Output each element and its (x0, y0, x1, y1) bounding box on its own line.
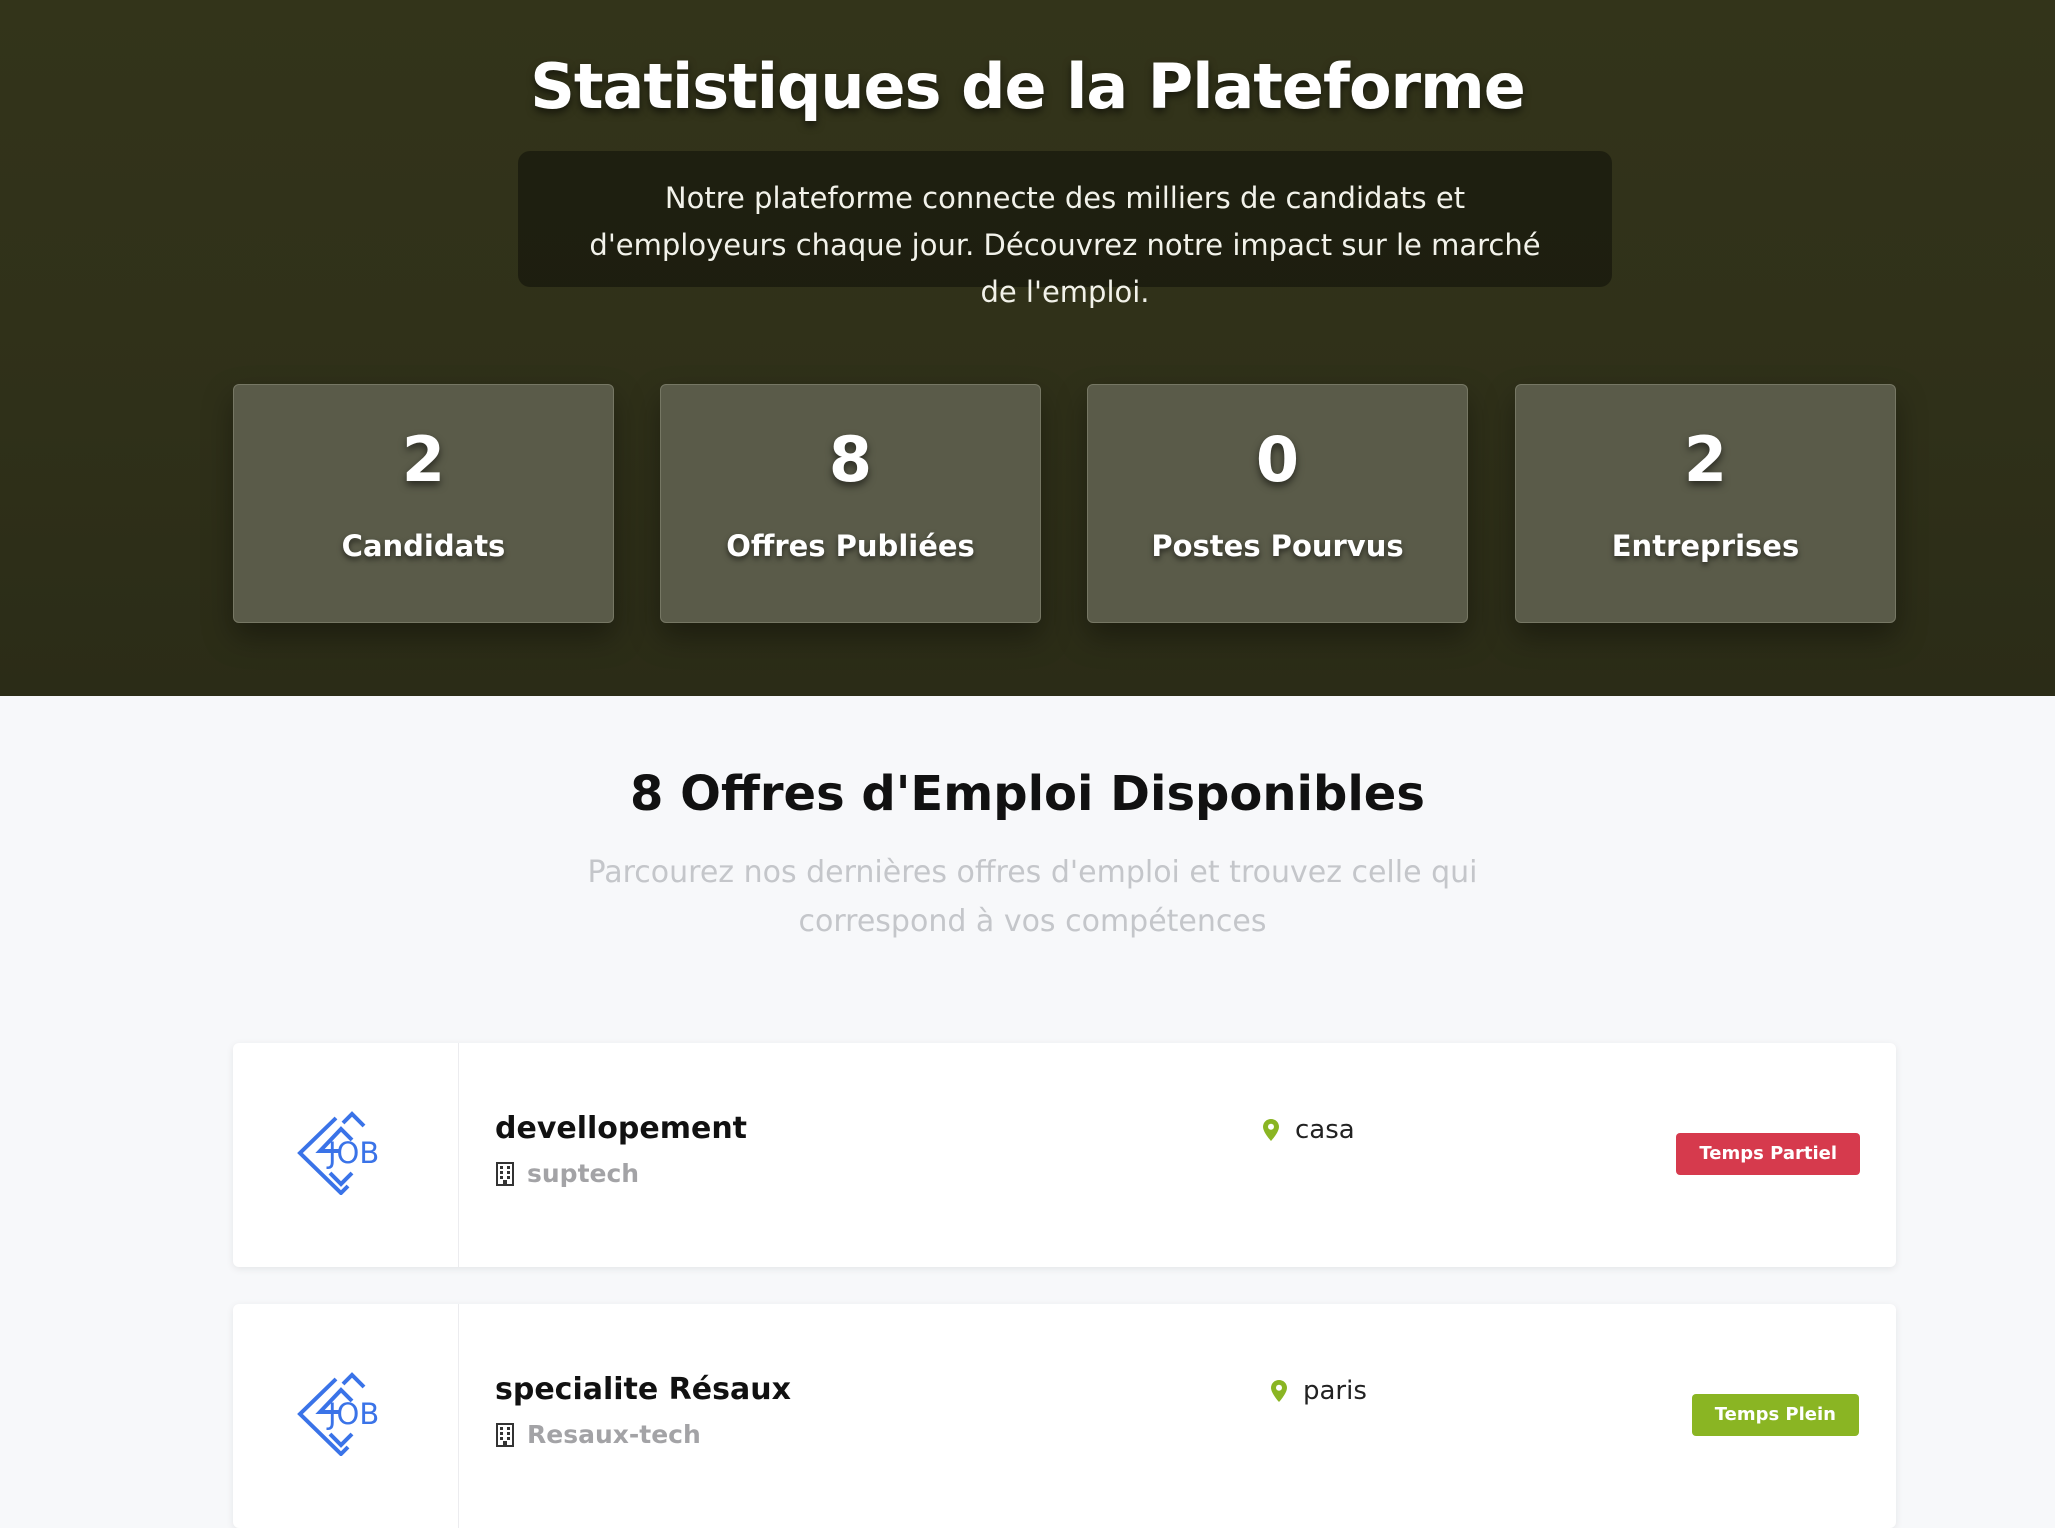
stat-value: 2 (1683, 423, 1728, 496)
job-logo-icon: JOB (297, 1372, 379, 1456)
job-company: suptech (495, 1159, 639, 1188)
building-icon (496, 1422, 514, 1447)
job-type-badge: Temps Partiel (1676, 1133, 1860, 1175)
stat-value: 2 (401, 423, 446, 496)
company-logo: JOB (233, 1304, 459, 1528)
stat-value: 0 (1255, 423, 1300, 496)
company-name: suptech (527, 1159, 640, 1188)
platform-stats-section: Statistiques de la Plateforme Notre plat… (0, 0, 2055, 696)
stats-title: Statistiques de la Plateforme (530, 50, 1526, 123)
job-title[interactable]: devellopement (495, 1111, 747, 1146)
stat-label: Postes Pourvus (1151, 529, 1404, 563)
company-name: Resaux-tech (527, 1420, 701, 1449)
job-card[interactable]: JOB specialite Résaux Resaux-tech paris (233, 1304, 1896, 1528)
stat-label: Entreprises (1611, 529, 1800, 563)
stat-card-postes: 0 Postes Pourvus (1087, 384, 1468, 623)
stat-label: Candidats (341, 529, 506, 563)
job-title[interactable]: specialite Résaux (495, 1372, 791, 1407)
stats-intro: Notre plateforme connecte des milliers d… (518, 151, 1612, 309)
stat-value: 8 (828, 423, 873, 496)
map-pin-icon (1271, 1380, 1287, 1402)
location-text: casa (1295, 1115, 1355, 1145)
company-logo: JOB (233, 1043, 459, 1267)
stat-card-entreprises: 2 Entreprises (1515, 384, 1896, 623)
building-icon (496, 1161, 514, 1186)
location-text: paris (1303, 1376, 1367, 1406)
jobs-title: 8 Offres d'Emploi Disponibles (630, 766, 1425, 822)
job-listings-section: 8 Offres d'Emploi Disponibles Parcourez … (0, 696, 2055, 1528)
job-logo-icon: JOB (297, 1111, 379, 1195)
logo-text: JOB (326, 1136, 379, 1170)
job-card[interactable]: JOB devellopement suptech casa Temps Par… (233, 1043, 1896, 1267)
logo-text: JOB (326, 1397, 379, 1431)
job-location: casa (1263, 1115, 1355, 1145)
job-location: paris (1271, 1376, 1367, 1406)
stat-card-offres: 8 Offres Publiées (660, 384, 1041, 623)
stat-label: Offres Publiées (726, 529, 975, 563)
map-pin-icon (1263, 1119, 1279, 1141)
job-type-badge: Temps Plein (1691, 1394, 1859, 1436)
stat-card-candidats: 2 Candidats (233, 384, 614, 623)
jobs-subtitle: Parcourez nos dernières offres d'emploi … (587, 855, 1478, 939)
job-company: Resaux-tech (495, 1420, 701, 1449)
